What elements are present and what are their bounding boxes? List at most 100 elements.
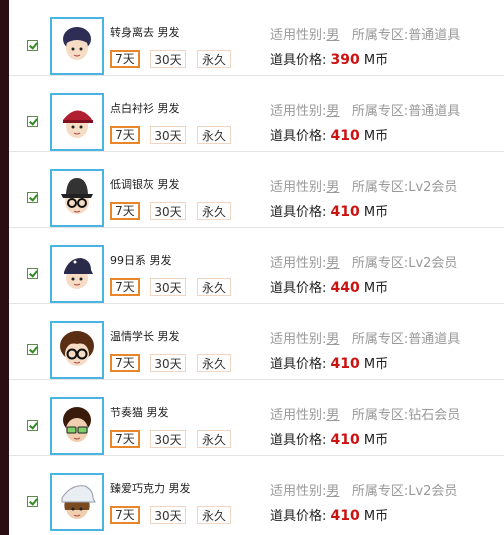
- gender-label: 适用性别:: [270, 28, 327, 43]
- item-checkbox[interactable]: [27, 420, 38, 431]
- zone-label: 所属专区:: [351, 484, 409, 499]
- price-label: 道具价格:: [270, 129, 327, 144]
- duration-30-days-option[interactable]: 30天: [150, 506, 186, 524]
- duration-30-days-option[interactable]: 30天: [150, 430, 186, 448]
- duration-30-days-option[interactable]: 30天: [150, 50, 186, 68]
- avatar-thumbnail[interactable]: [50, 17, 104, 75]
- avatar-thumbnail[interactable]: [50, 473, 104, 531]
- zone-value: 普通道具: [408, 332, 461, 347]
- gender-label: 适用性别:: [270, 104, 327, 119]
- gender-value: 男: [326, 104, 340, 119]
- zone-value: Lv2会员: [408, 180, 458, 195]
- price-value: 410: [330, 508, 360, 524]
- item-attributes: 适用性别:男 所属专区:Lv2会员: [270, 480, 457, 499]
- duration-permanent-option[interactable]: 永久: [197, 50, 231, 68]
- gender-value: 男: [326, 408, 340, 423]
- avatar-face-icon: [64, 258, 93, 289]
- item-checkbox[interactable]: [27, 344, 38, 355]
- gender-value: 男: [326, 332, 340, 347]
- zone-label: 所属专区:: [351, 180, 409, 195]
- list-item: 低调银灰 男发 7天 30天 永久 适用性别:男 所属专区:Lv2会员 道具价格…: [9, 152, 504, 228]
- item-attributes: 适用性别:男 所属专区:普通道具: [270, 100, 460, 119]
- duration-7-days-option[interactable]: 7天: [110, 50, 140, 68]
- item-price: 道具价格: 410 M币: [270, 125, 388, 144]
- item-checkbox[interactable]: [27, 268, 38, 279]
- price-value: 440: [330, 280, 360, 296]
- zone-label: 所属专区:: [351, 332, 409, 347]
- duration-7-days-option[interactable]: 7天: [110, 278, 140, 296]
- duration-30-days-option[interactable]: 30天: [150, 354, 186, 372]
- item-name: 温情学长 男发: [110, 330, 180, 343]
- item-price: 道具价格: 410 M币: [270, 353, 388, 372]
- gender-label: 适用性别:: [270, 256, 327, 271]
- item-checkbox[interactable]: [27, 192, 38, 203]
- gender-value: 男: [326, 484, 340, 499]
- avatar-thumbnail[interactable]: [50, 321, 104, 379]
- gender-value: 男: [326, 180, 340, 195]
- item-name: 转身离去 男发: [110, 26, 180, 39]
- duration-30-days-option[interactable]: 30天: [150, 126, 186, 144]
- duration-7-days-option[interactable]: 7天: [110, 354, 140, 372]
- zone-label: 所属专区:: [351, 28, 409, 43]
- item-price: 道具价格: 410 M币: [270, 505, 388, 524]
- price-label: 道具价格:: [270, 53, 327, 68]
- list-item: 节奏猫 男发 7天 30天 永久 适用性别:男 所属专区:钻石会员 道具价格: …: [9, 380, 504, 456]
- avatar-face-icon: [61, 485, 96, 519]
- item-price: 道具价格: 440 M币: [270, 277, 388, 296]
- item-name: 点白衬衫 男发: [110, 102, 180, 115]
- duration-permanent-option[interactable]: 永久: [197, 126, 231, 144]
- duration-permanent-option[interactable]: 永久: [197, 278, 231, 296]
- item-attributes: 适用性别:男 所属专区:Lv2会员: [270, 252, 457, 271]
- duration-permanent-option[interactable]: 永久: [197, 354, 231, 372]
- price-label: 道具价格:: [270, 433, 327, 448]
- list-item: 99日系 男发 7天 30天 永久 适用性别:男 所属专区:Lv2会员 道具价格…: [9, 228, 504, 304]
- price-label: 道具价格:: [270, 281, 327, 296]
- duration-permanent-option[interactable]: 永久: [197, 430, 231, 448]
- price-label: 道具价格:: [270, 357, 327, 372]
- gender-label: 适用性别:: [270, 332, 327, 347]
- price-value: 410: [330, 204, 360, 220]
- avatar-face-icon: [63, 110, 93, 138]
- item-checkbox[interactable]: [27, 40, 38, 51]
- price-value: 410: [330, 128, 360, 144]
- item-price: 道具价格: 410 M币: [270, 429, 388, 448]
- avatar-thumbnail[interactable]: [50, 93, 104, 151]
- price-value: 390: [330, 52, 360, 68]
- avatar-thumbnail[interactable]: [50, 397, 104, 455]
- list-item: 转身离去 男发 7天 30天 永久 适用性别:男 所属专区:普通道具 道具价格:…: [9, 0, 504, 76]
- item-attributes: 适用性别:男 所属专区:Lv2会员: [270, 176, 457, 195]
- price-label: 道具价格:: [270, 509, 327, 524]
- gender-label: 适用性别:: [270, 408, 327, 423]
- price-unit: M币: [363, 357, 389, 372]
- duration-permanent-option[interactable]: 永久: [197, 506, 231, 524]
- avatar-face-icon: [61, 178, 93, 214]
- duration-7-days-option[interactable]: 7天: [110, 430, 140, 448]
- zone-value: 普通道具: [408, 104, 461, 119]
- item-name: 低调银灰 男发: [110, 178, 180, 191]
- price-value: 410: [330, 356, 360, 372]
- item-price: 道具价格: 410 M币: [270, 201, 388, 220]
- duration-7-days-option[interactable]: 7天: [110, 506, 140, 524]
- item-price: 道具价格: 390 M币: [270, 49, 388, 68]
- avatar-thumbnail[interactable]: [50, 169, 104, 227]
- avatar-face-icon: [60, 331, 94, 366]
- price-unit: M币: [363, 129, 389, 144]
- duration-permanent-option[interactable]: 永久: [197, 202, 231, 220]
- duration-30-days-option[interactable]: 30天: [150, 278, 186, 296]
- item-attributes: 适用性别:男 所属专区:普通道具: [270, 328, 460, 347]
- item-checkbox[interactable]: [27, 116, 38, 127]
- list-item: 臻爱巧克力 男发 7天 30天 永久 适用性别:男 所属专区:Lv2会员 道具价…: [9, 456, 504, 535]
- avatar-face-icon: [63, 27, 91, 60]
- duration-30-days-option[interactable]: 30天: [150, 202, 186, 220]
- item-checkbox[interactable]: [27, 496, 38, 507]
- item-attributes: 适用性别:男 所属专区:普通道具: [270, 24, 460, 43]
- avatar-thumbnail[interactable]: [50, 245, 104, 303]
- zone-value: 普通道具: [408, 28, 461, 43]
- list-item: 点白衬衫 男发 7天 30天 永久 适用性别:男 所属专区:普通道具 道具价格:…: [9, 76, 504, 152]
- duration-7-days-option[interactable]: 7天: [110, 126, 140, 144]
- hair-item-list: 转身离去 男发 7天 30天 永久 适用性别:男 所属专区:普通道具 道具价格:…: [9, 0, 504, 535]
- gender-value: 男: [326, 28, 340, 43]
- duration-7-days-option[interactable]: 7天: [110, 202, 140, 220]
- list-item: 温情学长 男发 7天 30天 永久 适用性别:男 所属专区:普通道具 道具价格:…: [9, 304, 504, 380]
- item-name: 99日系 男发: [110, 254, 172, 267]
